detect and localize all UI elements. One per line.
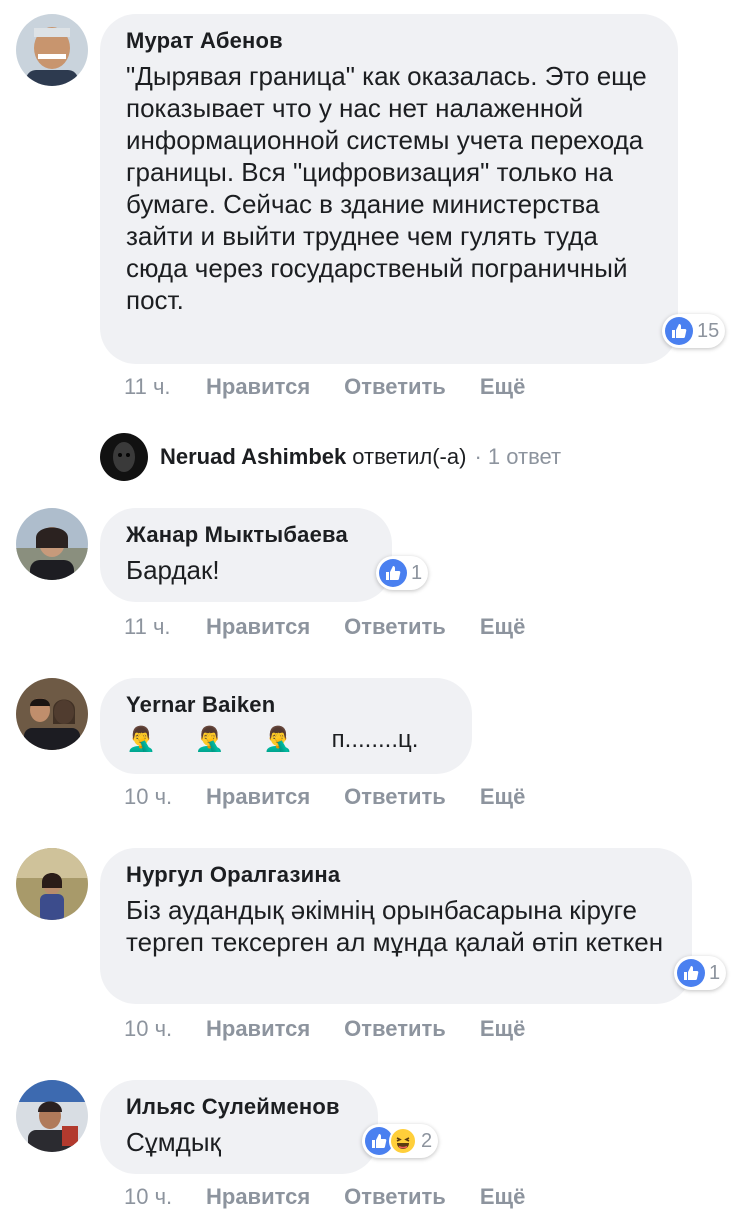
more-button[interactable]: Ещё [480,614,525,640]
reactions-badge[interactable]: 1 [376,556,429,590]
comment-text: Сұмдық [126,1127,221,1157]
avatar[interactable] [16,508,88,580]
reply-thread[interactable]: Neruad Ashimbek ответил(-а) · 1 ответ [100,432,561,482]
avatar[interactable] [100,433,148,481]
reaction-count: 1 [411,561,423,584]
more-button[interactable]: Ещё [480,1184,525,1210]
comment-bubble: Жанар Мыктыбаева Бардак! [100,508,392,602]
like-button[interactable]: Нравится [206,1016,310,1042]
comment-actions: 10 ч. Нравится Ответить Ещё [124,1182,559,1212]
reply-author[interactable]: Neruad Ashimbek [160,444,346,470]
comment-author[interactable]: Мурат Абенов [126,28,652,54]
timestamp[interactable]: 11 ч. [124,614,206,640]
timestamp[interactable]: 11 ч. [124,374,206,400]
avatar[interactable] [16,678,88,750]
like-button[interactable]: Нравится [206,614,310,640]
timestamp[interactable]: 10 ч. [124,784,206,810]
comment-bubble: Нургул Оралгазина Біз аудандық әкімнің о… [100,848,692,1004]
reactions-badge[interactable]: 15 [662,314,726,348]
like-button[interactable]: Нравится [206,1184,310,1210]
comment-bubble: Мурат Абенов "Дырявая граница" как оказа… [100,14,678,364]
reactions-badge[interactable]: 2 [362,1124,439,1158]
more-button[interactable]: Ещё [480,784,525,810]
reply-button[interactable]: Ответить [344,784,446,810]
comment-author[interactable]: Ильяс Сулейменов [126,1094,352,1120]
reply-button[interactable]: Ответить [344,374,446,400]
more-button[interactable]: Ещё [480,374,525,400]
comment-actions: 11 ч. Нравится Ответить Ещё [124,612,559,642]
reaction-count: 2 [421,1129,433,1152]
like-button[interactable]: Нравится [206,784,310,810]
reply-button[interactable]: Ответить [344,614,446,640]
avatar[interactable] [16,1080,88,1152]
comment-author[interactable]: Нургул Оралгазина [126,862,666,888]
comment-author[interactable]: Yernar Baiken [126,692,446,718]
timestamp[interactable]: 10 ч. [124,1016,206,1042]
comment-bubble: Ильяс Сулейменов Сұмдық [100,1080,378,1174]
comment-actions: 10 ч. Нравится Ответить Ещё [124,1014,559,1044]
reply-button[interactable]: Ответить [344,1016,446,1042]
comment-text: 🤦‍♂️ 🤦‍♂️ 🤦‍♂️ п........ц. [126,726,419,753]
comment-actions: 11 ч. Нравится Ответить Ещё [124,372,559,402]
like-icon [677,959,705,987]
reply-verb: ответил(-а) [352,444,467,469]
reply-button[interactable]: Ответить [344,1184,446,1210]
reactions-badge[interactable]: 1 [674,956,727,990]
avatar[interactable] [16,14,88,86]
timestamp[interactable]: 10 ч. [124,1184,206,1210]
like-icon [665,317,693,345]
reply-count[interactable]: · 1 ответ [474,444,561,470]
haha-icon [389,1127,417,1155]
comment-text: Бардак! [126,555,220,585]
like-button[interactable]: Нравится [206,374,310,400]
more-button[interactable]: Ещё [480,1016,525,1042]
reaction-count: 1 [709,961,721,984]
comment-author[interactable]: Жанар Мыктыбаева [126,522,366,548]
comment-text: "Дырявая граница" как оказалась. Это еще… [126,61,647,315]
comment-actions: 10 ч. Нравится Ответить Ещё [124,782,559,812]
reaction-count: 15 [697,319,720,342]
avatar[interactable] [16,848,88,920]
comment-text: Біз аудандық әкімнің орынбасарына кіруге… [126,895,664,957]
comment-bubble: Yernar Baiken 🤦‍♂️ 🤦‍♂️ 🤦‍♂️ п........ц. [100,678,472,774]
like-icon [379,559,407,587]
